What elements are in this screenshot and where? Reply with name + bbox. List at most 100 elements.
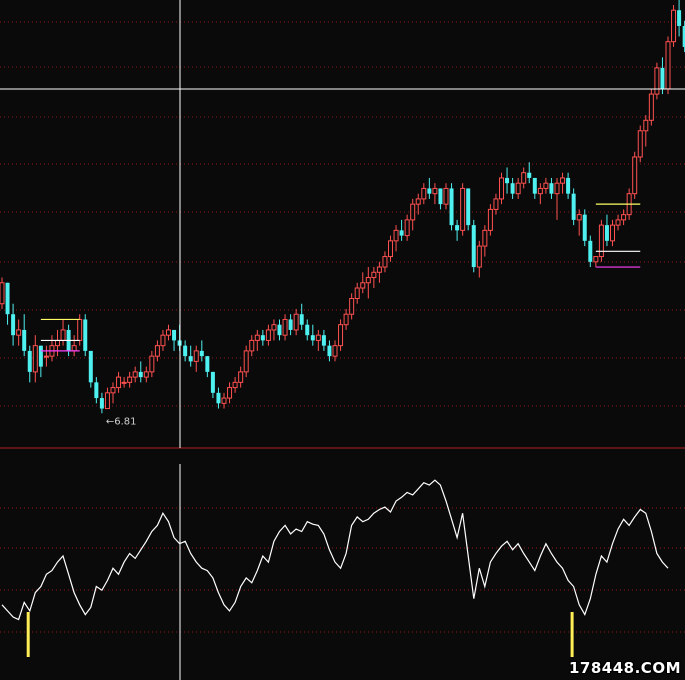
candle-body xyxy=(554,182,560,195)
candle-body xyxy=(677,10,682,26)
candle-body xyxy=(399,230,404,236)
candle-body xyxy=(310,335,315,341)
candle xyxy=(671,5,677,47)
candle-body xyxy=(216,392,221,404)
candle-body xyxy=(354,287,360,299)
stock-chart[interactable]: ←6.81 xyxy=(0,0,685,680)
candle-body xyxy=(388,240,393,258)
candle-body xyxy=(71,345,77,352)
candle-body xyxy=(254,334,260,341)
candle xyxy=(648,88,654,126)
candle-body xyxy=(5,282,10,315)
candle-body xyxy=(593,256,599,263)
candle-body xyxy=(160,334,166,347)
candle-body xyxy=(571,193,576,220)
candle-body xyxy=(249,339,255,352)
candle xyxy=(466,188,471,231)
candle-body xyxy=(349,297,355,315)
candle xyxy=(88,350,93,388)
candle-body xyxy=(172,329,177,341)
candle-body xyxy=(632,156,638,195)
candle-body xyxy=(537,187,543,195)
candle-body xyxy=(493,198,499,210)
candle-body xyxy=(443,187,449,205)
candle xyxy=(460,183,466,236)
candle-body xyxy=(360,282,366,289)
candle xyxy=(665,36,671,95)
candle-body xyxy=(121,381,127,384)
candle-body xyxy=(365,277,371,284)
candle-body xyxy=(116,376,122,389)
low-price-label: ←6.81 xyxy=(106,416,137,427)
candle-body xyxy=(227,387,233,399)
candle-body xyxy=(32,345,38,373)
candle-body xyxy=(338,324,344,347)
candle-body xyxy=(671,9,677,43)
candle-body xyxy=(482,229,488,247)
candle-body xyxy=(99,398,104,409)
candle-body xyxy=(382,256,388,268)
candle-body xyxy=(193,350,199,362)
candle-body xyxy=(210,371,215,393)
candle-body xyxy=(282,318,288,336)
candle-body xyxy=(288,319,293,330)
candle-body xyxy=(410,203,416,221)
candle-body xyxy=(132,371,138,378)
candle-body xyxy=(60,329,66,341)
candle-body xyxy=(665,41,671,90)
candle-body xyxy=(549,183,554,194)
candle-body xyxy=(11,314,16,336)
candle-body xyxy=(521,172,527,184)
candle-body xyxy=(38,345,43,367)
candle xyxy=(637,125,643,163)
candle-body xyxy=(499,177,504,200)
candle-body xyxy=(221,397,227,404)
candle xyxy=(571,188,576,226)
candle xyxy=(582,209,587,247)
candle xyxy=(83,314,88,357)
candle xyxy=(449,183,454,231)
candle-body xyxy=(199,350,204,357)
candle-body xyxy=(455,225,460,231)
candle-body xyxy=(527,172,532,178)
candle-body xyxy=(476,245,482,268)
candle-body xyxy=(127,376,133,383)
candle-body xyxy=(243,350,249,373)
candle-body xyxy=(183,345,188,357)
candle-body xyxy=(277,324,282,336)
candle-body xyxy=(321,335,326,346)
candle-body xyxy=(654,67,660,95)
candle-body xyxy=(421,187,427,200)
candle-body xyxy=(0,282,5,305)
candle-body xyxy=(543,182,549,189)
candle-body xyxy=(16,329,22,336)
candle-body xyxy=(404,219,410,237)
candle xyxy=(654,62,660,100)
candle-body xyxy=(77,318,83,341)
candle-body xyxy=(271,324,277,331)
candle-body xyxy=(55,339,60,347)
candle-body xyxy=(643,119,649,132)
candle-body xyxy=(94,382,99,399)
candle-body xyxy=(466,188,471,226)
candle-body xyxy=(637,130,643,158)
candle-body xyxy=(515,182,521,195)
candle-body xyxy=(27,350,32,372)
candle-body xyxy=(83,319,88,351)
candle-body xyxy=(154,345,160,357)
watermark-text: 178448.COM xyxy=(568,659,681,677)
candle-body xyxy=(621,214,627,221)
candle-body xyxy=(660,67,665,89)
candle-body xyxy=(232,381,238,389)
candle-body xyxy=(43,355,49,358)
candle-body xyxy=(432,187,438,195)
candle-body xyxy=(604,225,609,241)
candle-body xyxy=(449,188,454,226)
candle-body xyxy=(566,177,571,194)
candle-body xyxy=(343,313,349,326)
candle-body xyxy=(582,214,587,241)
candle-body xyxy=(205,356,210,372)
candle-body xyxy=(487,208,493,231)
candle-body xyxy=(371,271,377,279)
candle-body xyxy=(376,266,382,273)
